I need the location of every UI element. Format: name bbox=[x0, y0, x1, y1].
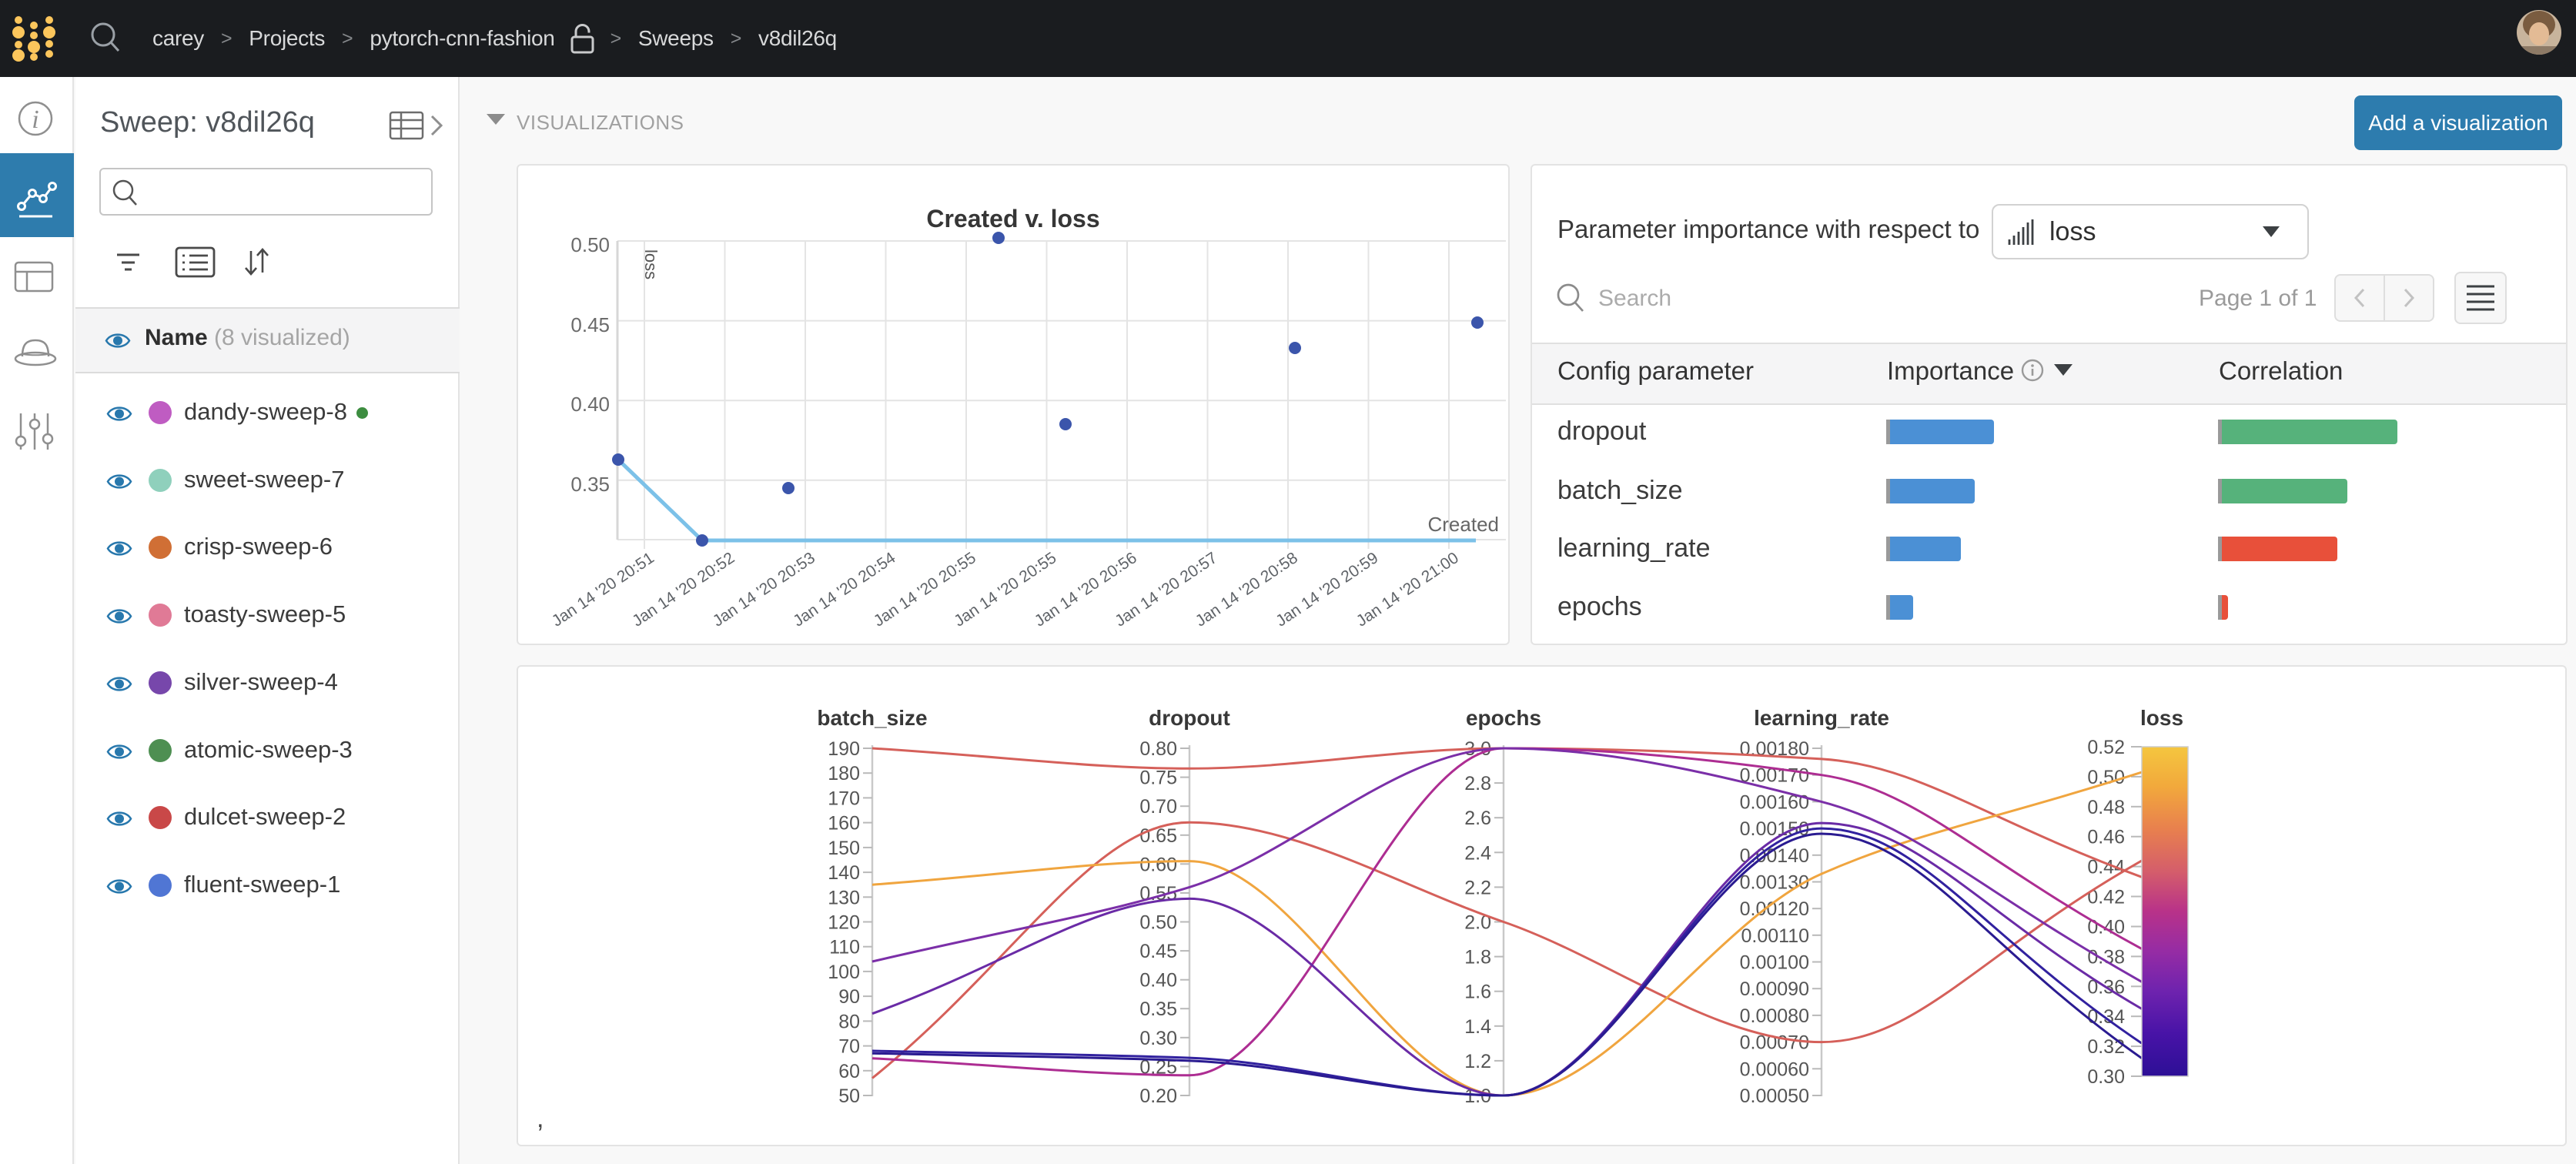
svg-text:Created v. loss: Created v. loss bbox=[926, 205, 1099, 232]
svg-text:110: 110 bbox=[829, 937, 860, 958]
svg-text:0.00110: 0.00110 bbox=[1741, 925, 1809, 947]
svg-text:140: 140 bbox=[828, 862, 860, 884]
svg-text:0.45: 0.45 bbox=[570, 313, 610, 336]
svg-text:,: , bbox=[537, 1104, 544, 1133]
svg-text:0.50: 0.50 bbox=[570, 233, 610, 256]
svg-text:batch_size: batch_size bbox=[817, 706, 927, 730]
svg-text:70: 70 bbox=[838, 1036, 860, 1058]
svg-text:1.6: 1.6 bbox=[1464, 982, 1491, 1003]
svg-text:0.75: 0.75 bbox=[1139, 768, 1177, 789]
svg-text:0.38: 0.38 bbox=[2087, 946, 2125, 968]
svg-text:0.40: 0.40 bbox=[2087, 917, 2125, 938]
svg-text:0.46: 0.46 bbox=[2087, 827, 2125, 848]
svg-text:130: 130 bbox=[828, 887, 860, 908]
svg-text:0.30: 0.30 bbox=[1139, 1028, 1177, 1049]
svg-text:0.00070: 0.00070 bbox=[1740, 1032, 1809, 1054]
svg-text:0.45: 0.45 bbox=[1139, 941, 1177, 962]
svg-text:loss: loss bbox=[2140, 706, 2183, 730]
svg-text:190: 190 bbox=[828, 738, 860, 760]
svg-text:2.2: 2.2 bbox=[1464, 877, 1491, 898]
svg-text:0.00080: 0.00080 bbox=[1740, 1005, 1809, 1027]
svg-text:epochs: epochs bbox=[1466, 706, 1541, 730]
svg-text:0.70: 0.70 bbox=[1139, 796, 1177, 818]
svg-text:160: 160 bbox=[828, 813, 860, 835]
svg-text:Created: Created bbox=[1428, 513, 1500, 536]
svg-text:0.50: 0.50 bbox=[2087, 767, 2125, 788]
svg-text:dropout: dropout bbox=[1149, 706, 1230, 730]
svg-text:0.35: 0.35 bbox=[570, 473, 610, 496]
svg-text:1.2: 1.2 bbox=[1464, 1051, 1491, 1072]
svg-text:2.6: 2.6 bbox=[1464, 808, 1491, 829]
svg-text:0.00050: 0.00050 bbox=[1740, 1085, 1809, 1107]
svg-text:0.00090: 0.00090 bbox=[1740, 978, 1809, 1000]
svg-text:0.40: 0.40 bbox=[1139, 970, 1177, 992]
svg-text:0.32: 0.32 bbox=[2087, 1036, 2125, 1058]
svg-text:0.00100: 0.00100 bbox=[1740, 952, 1809, 974]
svg-text:0.35: 0.35 bbox=[1139, 998, 1177, 1020]
svg-text:0.80: 0.80 bbox=[1139, 738, 1177, 760]
svg-text:180: 180 bbox=[828, 763, 860, 784]
svg-text:loss: loss bbox=[641, 249, 661, 279]
svg-text:2.4: 2.4 bbox=[1464, 842, 1491, 864]
svg-text:0.00130: 0.00130 bbox=[1740, 872, 1809, 894]
svg-text:0.40: 0.40 bbox=[570, 393, 610, 416]
svg-text:0.60: 0.60 bbox=[1139, 854, 1177, 875]
svg-text:60: 60 bbox=[838, 1061, 860, 1082]
svg-text:170: 170 bbox=[828, 788, 860, 809]
svg-text:0.52: 0.52 bbox=[2087, 737, 2125, 758]
svg-text:150: 150 bbox=[828, 838, 860, 859]
svg-text:learning_rate: learning_rate bbox=[1754, 706, 1889, 730]
svg-text:120: 120 bbox=[828, 912, 860, 934]
svg-text:90: 90 bbox=[838, 986, 860, 1008]
svg-text:1.8: 1.8 bbox=[1464, 947, 1491, 968]
svg-text:0.50: 0.50 bbox=[1139, 912, 1177, 934]
svg-text:80: 80 bbox=[838, 1011, 860, 1032]
svg-text:2.8: 2.8 bbox=[1464, 773, 1491, 794]
svg-text:0.48: 0.48 bbox=[2087, 797, 2125, 818]
svg-text:1.4: 1.4 bbox=[1464, 1016, 1491, 1038]
svg-text:0.30: 0.30 bbox=[2087, 1066, 2125, 1088]
svg-text:50: 50 bbox=[838, 1085, 860, 1107]
svg-text:0.00060: 0.00060 bbox=[1740, 1059, 1809, 1080]
svg-text:100: 100 bbox=[828, 962, 860, 983]
svg-text:i: i bbox=[32, 105, 38, 134]
svg-text:0.20: 0.20 bbox=[1139, 1085, 1177, 1107]
